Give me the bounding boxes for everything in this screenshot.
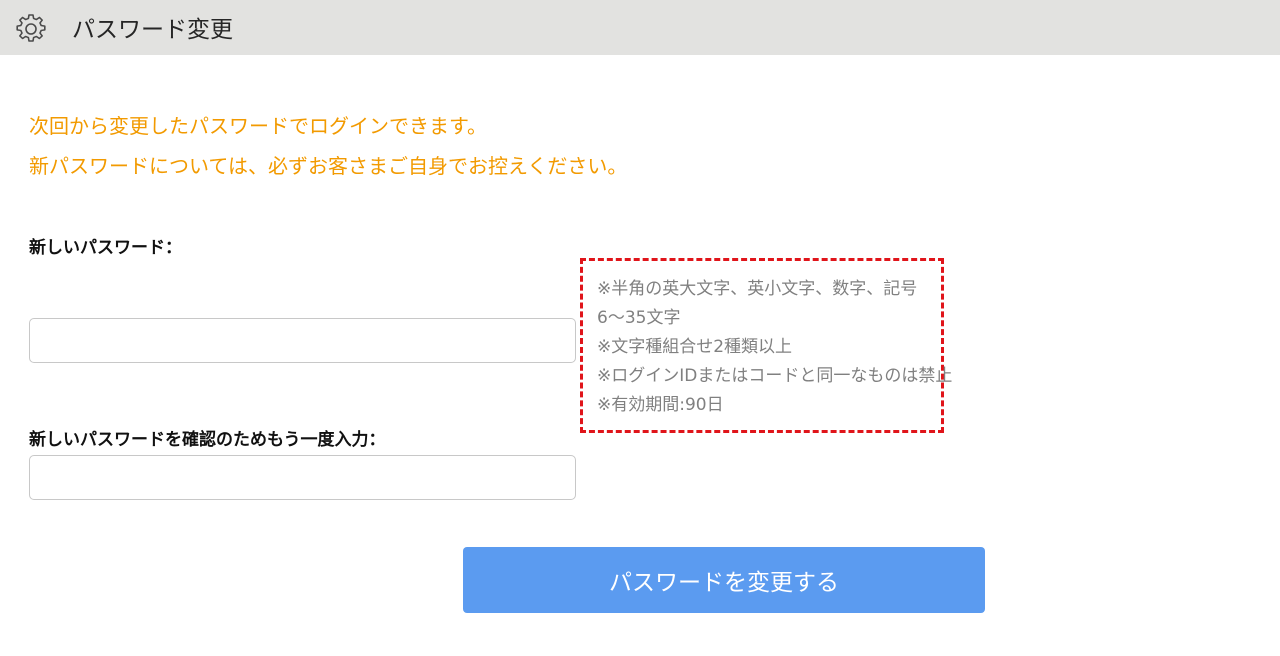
notice-line-1: 次回から変更したパスワードでログインできます。 (29, 114, 487, 138)
confirm-password-label: 新しいパスワードを確認のためもう一度入力： (29, 430, 386, 450)
rule-item: 6～35文字 (597, 308, 681, 328)
page-title: パスワード変更 (72, 17, 233, 43)
gear-icon (16, 14, 46, 44)
page-header: パスワード変更 (0, 0, 1280, 55)
rule-item: ※半角の英大文字、英小文字、数字、記号 (597, 279, 918, 299)
password-rules-box: ※半角の英大文字、英小文字、数字、記号 6～35文字 ※文字種組合せ2種類以上 … (580, 258, 953, 433)
rule-item: ※文字種組合せ2種類以上 (597, 337, 793, 357)
new-password-input[interactable] (29, 318, 576, 363)
notice-line-2: 新パスワードについては、必ずお客さまご自身でお控えください。 (29, 154, 628, 178)
rule-item: ※有効期間:90日 (597, 395, 724, 415)
confirm-password-input[interactable] (29, 455, 576, 500)
rule-item: ※ログインIDまたはコードと同一なものは禁止 (597, 366, 953, 386)
change-password-button[interactable]: パスワードを変更する (463, 547, 985, 613)
new-password-label: 新しいパスワード： (29, 238, 182, 258)
